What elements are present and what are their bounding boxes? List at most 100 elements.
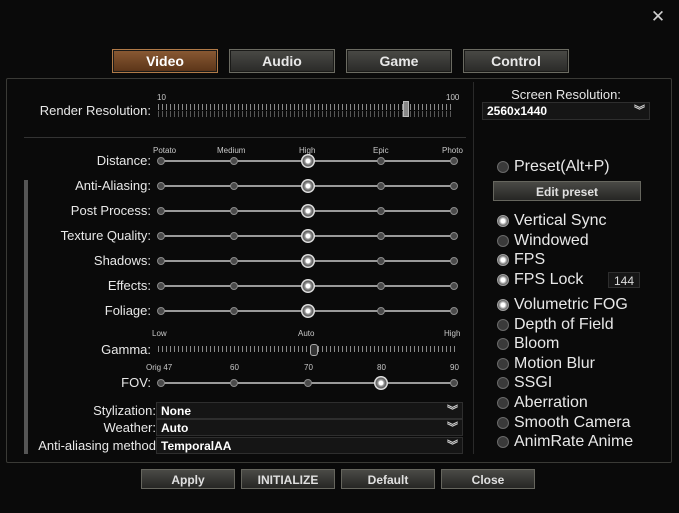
option-radio[interactable] [497, 318, 509, 331]
option-radio[interactable] [497, 234, 509, 247]
option-label: Motion Blur [514, 354, 595, 372]
quality-slider-stop[interactable] [230, 157, 238, 165]
column-divider [473, 82, 474, 454]
fov-knob[interactable] [374, 376, 388, 390]
fov-stop[interactable] [450, 379, 458, 387]
apply-button[interactable]: Apply [141, 469, 235, 489]
option-radio[interactable] [497, 357, 509, 370]
quality-slider-stop[interactable] [377, 307, 385, 315]
quality-setting-label: Shadows: [93, 253, 151, 268]
tab-game[interactable]: Game [346, 49, 452, 73]
quality-slider-stop[interactable] [450, 207, 458, 215]
tab-video[interactable]: Video [112, 49, 218, 73]
fps-lock-input[interactable]: 144 [608, 272, 640, 288]
tab-audio[interactable]: Audio [229, 49, 335, 73]
screen-resolution-label: Screen Resolution: [511, 87, 621, 102]
quality-setting-label: Anti-Aliasing: [75, 178, 151, 193]
screen-resolution-select[interactable]: 2560x1440 ︾ [482, 102, 650, 120]
quality-slider-stop[interactable] [377, 157, 385, 165]
quality-slider-knob[interactable] [301, 254, 315, 268]
render-resolution-min: 10 [157, 93, 166, 102]
quality-slider-stop[interactable] [377, 282, 385, 290]
quality-tick-label: Epic [373, 146, 389, 155]
close-button[interactable]: Close [441, 469, 535, 489]
gamma-high-label: High [444, 329, 461, 338]
quality-slider-stop[interactable] [157, 282, 165, 290]
quality-setting-label: Texture Quality: [60, 228, 151, 243]
quality-slider-stop[interactable] [450, 282, 458, 290]
preset-radio[interactable] [497, 161, 509, 173]
render-resolution-handle[interactable] [402, 101, 409, 117]
quality-slider-stop[interactable] [377, 257, 385, 265]
quality-slider-stop[interactable] [230, 257, 238, 265]
fov-stop[interactable] [157, 379, 165, 387]
default-button[interactable]: Default [341, 469, 435, 489]
quality-setting-label: Effects: [107, 278, 151, 293]
fov-tick-label: 60 [230, 363, 239, 372]
render-resolution-slider[interactable] [158, 104, 454, 110]
option-radio[interactable] [497, 397, 509, 409]
edit-preset-button[interactable]: Edit preset [493, 181, 641, 201]
option-radio[interactable] [497, 215, 509, 227]
tab-control[interactable]: Control [463, 49, 569, 73]
screen-resolution-value: 2560x1440 [487, 104, 548, 118]
fov-stop[interactable] [304, 379, 312, 387]
quality-slider-stop[interactable] [230, 232, 238, 240]
quality-slider-stop[interactable] [377, 182, 385, 190]
quality-slider-stop[interactable] [230, 207, 238, 215]
quality-slider-stop[interactable] [157, 157, 165, 165]
gamma-mid-label: Auto [298, 329, 315, 338]
gamma-slider[interactable] [158, 346, 456, 352]
quality-setting-label: Post Process: [70, 203, 151, 218]
quality-slider-stop[interactable] [377, 207, 385, 215]
option-label: FPS [514, 251, 546, 269]
render-resolution-label: Render Resolution: [39, 103, 151, 118]
quality-tick-label: Photo [442, 146, 463, 155]
chevron-double-down-icon: ︾ [447, 440, 458, 452]
quality-slider-stop[interactable] [230, 182, 238, 190]
aa-method-select[interactable]: TemporalAA ︾ [156, 437, 463, 454]
fov-stop[interactable] [230, 379, 238, 387]
divider [24, 137, 466, 138]
quality-slider-knob[interactable] [301, 229, 315, 243]
gamma-handle[interactable] [309, 344, 318, 356]
stylization-select[interactable]: None ︾ [156, 402, 463, 419]
option-radio[interactable] [497, 299, 509, 311]
quality-slider-stop[interactable] [230, 307, 238, 315]
quality-slider-knob[interactable] [301, 304, 315, 318]
weather-label: Weather: [103, 420, 156, 435]
quality-slider-stop[interactable] [450, 182, 458, 190]
quality-slider-knob[interactable] [301, 179, 315, 193]
close-icon[interactable]: ✕ [650, 8, 666, 25]
quality-slider-knob[interactable] [301, 204, 315, 218]
quality-slider-stop[interactable] [157, 257, 165, 265]
initialize-button[interactable]: INITIALIZE [241, 469, 335, 489]
quality-slider-stop[interactable] [230, 282, 238, 290]
render-resolution-ruler [158, 111, 454, 117]
quality-slider-knob[interactable] [301, 154, 315, 168]
option-radio[interactable] [497, 416, 509, 429]
option-label: Depth of Field [514, 315, 614, 333]
quality-tick-label: Potato [153, 146, 177, 155]
quality-slider-stop[interactable] [157, 207, 165, 215]
fov-tick-label: 80 [377, 363, 386, 372]
chevron-double-down-icon: ︾ [447, 422, 458, 434]
weather-select[interactable]: Auto ︾ [156, 419, 463, 436]
quality-slider-stop[interactable] [377, 232, 385, 240]
gamma-label: Gamma: [101, 342, 151, 357]
option-label: AnimRate Anime [514, 433, 634, 451]
quality-setting-label: Distance: [96, 153, 151, 168]
quality-slider-knob[interactable] [301, 279, 315, 293]
quality-slider-stop[interactable] [157, 307, 165, 315]
option-radio[interactable] [497, 274, 509, 287]
quality-slider-stop[interactable] [450, 157, 458, 165]
quality-slider-stop[interactable] [450, 307, 458, 315]
quality-slider-stop[interactable] [157, 232, 165, 240]
option-label: Smooth Camera [514, 413, 631, 431]
chevron-double-down-icon: ︾ [447, 405, 458, 417]
stylization-value: None [161, 404, 191, 418]
quality-slider-stop[interactable] [450, 257, 458, 265]
quality-slider-stop[interactable] [157, 182, 165, 190]
option-label: SSGI [514, 374, 553, 392]
quality-slider-stop[interactable] [450, 232, 458, 240]
